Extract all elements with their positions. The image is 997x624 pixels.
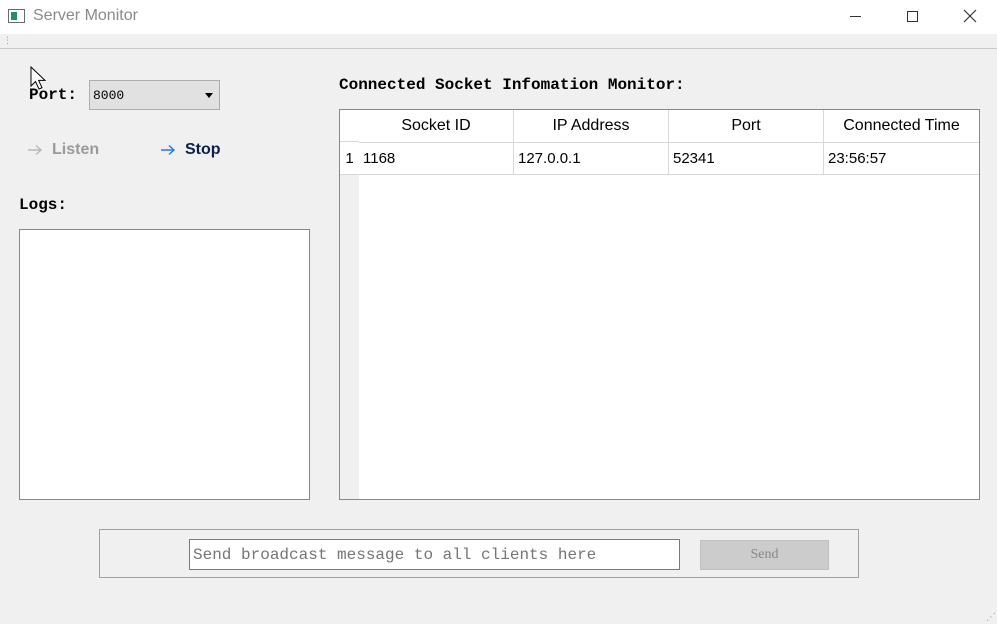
cell-ip-address[interactable]: 127.0.0.1 bbox=[514, 142, 669, 174]
port-select-value: 8000 bbox=[93, 88, 125, 103]
table-row[interactable]: 1168 127.0.0.1 52341 23:56:57 bbox=[359, 142, 979, 175]
broadcast-message-input[interactable] bbox=[189, 539, 680, 570]
toolbar-grip-icon[interactable]: ⋮ bbox=[3, 36, 12, 45]
toolbar-strip bbox=[0, 34, 997, 49]
window-title: Server Monitor bbox=[33, 7, 138, 24]
row-number[interactable]: 1 bbox=[340, 142, 359, 175]
table-header-row: Socket ID IP Address Port Connected Time bbox=[359, 110, 979, 143]
stop-button[interactable]: Stop bbox=[160, 141, 221, 159]
chevron-down-icon bbox=[205, 93, 213, 98]
monitor-title: Connected Socket Infomation Monitor: bbox=[339, 76, 685, 94]
connections-table[interactable]: Socket ID IP Address Port Connected Time… bbox=[339, 109, 980, 500]
minimize-icon bbox=[849, 15, 861, 17]
close-icon bbox=[963, 9, 977, 23]
resize-grip-icon[interactable]: ⋰ bbox=[986, 612, 996, 623]
logs-label: Logs: bbox=[19, 196, 68, 214]
column-header-socket-id[interactable]: Socket ID bbox=[359, 110, 514, 142]
arrow-right-icon bbox=[28, 144, 43, 156]
column-header-port[interactable]: Port bbox=[669, 110, 824, 142]
minimize-button[interactable] bbox=[826, 0, 884, 32]
app-window-icon bbox=[8, 9, 25, 23]
column-header-ip-address[interactable]: IP Address bbox=[514, 110, 669, 142]
listen-button-label: Listen bbox=[52, 141, 100, 158]
stop-button-label: Stop bbox=[185, 141, 221, 158]
close-button[interactable] bbox=[941, 0, 997, 32]
cell-socket-id[interactable]: 1168 bbox=[359, 142, 514, 174]
maximize-icon bbox=[906, 10, 918, 22]
table-corner[interactable] bbox=[340, 110, 359, 142]
arrow-right-icon bbox=[161, 144, 176, 156]
port-select[interactable]: 8000 bbox=[89, 80, 220, 110]
column-header-connected-time[interactable]: Connected Time bbox=[824, 110, 979, 142]
listen-button[interactable]: Listen bbox=[27, 141, 99, 159]
port-label: Port: bbox=[29, 86, 78, 104]
logs-textarea[interactable] bbox=[19, 229, 310, 500]
maximize-button[interactable] bbox=[883, 0, 941, 32]
send-button[interactable]: Send bbox=[700, 540, 829, 570]
cell-port[interactable]: 52341 bbox=[669, 142, 824, 174]
cell-connected-time[interactable]: 23:56:57 bbox=[824, 142, 979, 174]
